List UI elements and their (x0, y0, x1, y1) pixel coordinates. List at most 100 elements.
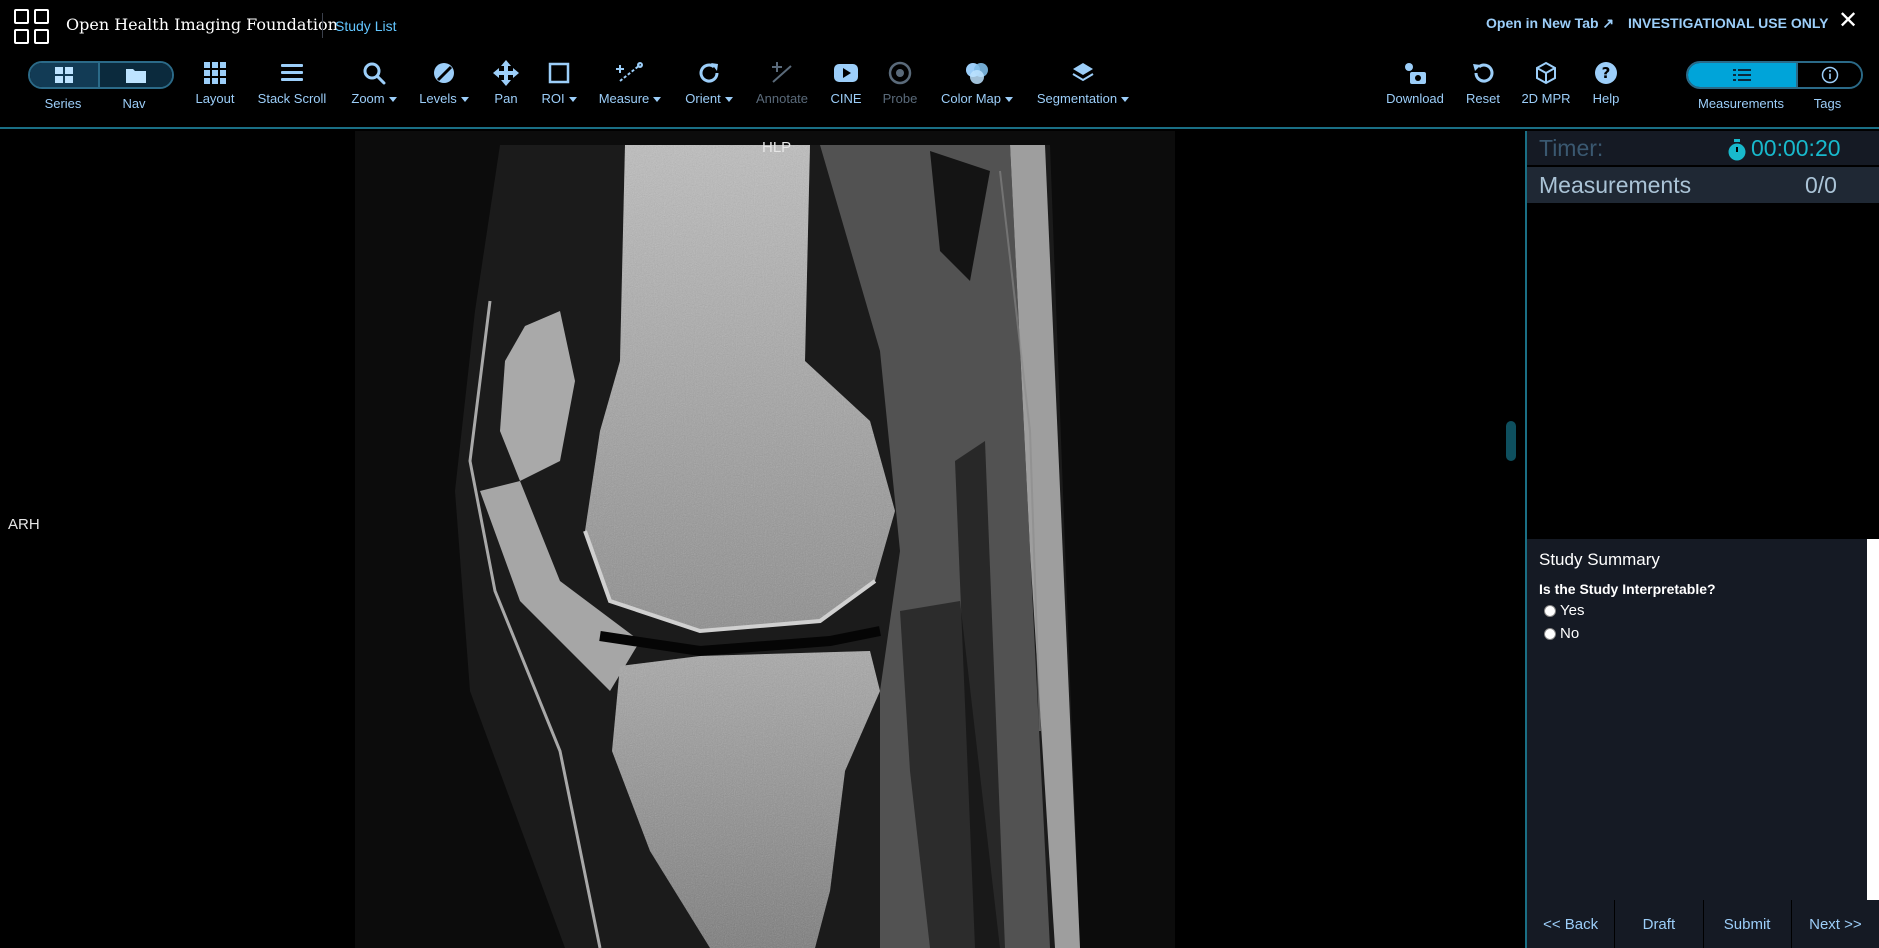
annotate-button[interactable]: Annotate (752, 58, 812, 106)
series-label: Series (44, 96, 82, 111)
orient-label: Orient (685, 91, 721, 106)
help-button[interactable]: ? Help (1586, 58, 1626, 106)
info-circle-icon (1821, 66, 1838, 84)
series-grid-icon (55, 67, 73, 83)
measurements-tab-button[interactable] (1688, 63, 1798, 87)
measure-button[interactable]: Measure (596, 58, 664, 106)
color-map-label: Color Map (941, 91, 1001, 106)
draft-button[interactable]: Draft (1615, 900, 1704, 948)
chevron-down-icon (568, 97, 577, 103)
option-no[interactable]: No (1544, 625, 1579, 642)
nav-toggle-button[interactable] (100, 63, 172, 87)
next-button[interactable]: Next >> (1792, 900, 1879, 948)
probe-button[interactable]: Probe (880, 58, 920, 106)
annotate-label: Annotate (755, 91, 809, 106)
chevron-down-icon (1004, 97, 1013, 103)
cube-icon (1536, 61, 1556, 85)
list-icon (1733, 69, 1751, 81)
measure-label: Measure (598, 91, 650, 106)
youtube-play-icon (834, 64, 858, 82)
download-camera-icon (1405, 63, 1426, 84)
segmentation-label: Segmentation (1036, 91, 1118, 106)
dot-circle-icon (888, 61, 912, 85)
option-yes-label: Yes (1560, 602, 1585, 619)
study-summary-section: Study Summary Is the Study Interpretable… (1527, 539, 1867, 900)
knee-mri-image (355, 131, 1175, 948)
question-circle-icon: ? (1595, 62, 1617, 84)
orientation-marker-left: ARH (8, 516, 40, 533)
layout-button[interactable]: Layout (193, 58, 237, 106)
orientation-marker-top: HLP (762, 139, 792, 156)
roi-label: ROI (541, 91, 565, 106)
download-label: Download (1386, 91, 1444, 106)
study-summary-title: Study Summary (1539, 550, 1660, 569)
pan-button[interactable]: Pan (488, 58, 524, 106)
reset-label: Reset (1466, 91, 1500, 106)
download-button[interactable]: Download (1383, 58, 1447, 106)
measurements-count: 0/0 (1805, 172, 1837, 198)
timer-value: 00:00:20 (1751, 135, 1841, 161)
toolbar: Series Nav Layout Stack Scroll Zoom Leve… (0, 50, 1879, 129)
svg-text:?: ? (1602, 64, 1611, 82)
ruler-icon (616, 62, 643, 82)
stack-scroll-button[interactable]: Stack Scroll (256, 58, 328, 106)
measurements-label: Measurements (1539, 172, 1692, 198)
probe-label: Probe (882, 91, 918, 106)
chevron-down-icon (460, 97, 469, 103)
open-new-tab-link[interactable]: Open in New Tab ↗ (1486, 15, 1614, 32)
timer-row: Timer: 00:00:20 (1527, 131, 1879, 165)
annotate-arrow-icon (772, 62, 792, 83)
study-list-link[interactable]: Study List (335, 18, 396, 34)
measurements-header[interactable]: Measurements 0/0 (1527, 167, 1879, 203)
chevron-down-icon (388, 97, 397, 103)
header-divider (322, 13, 323, 38)
radio-no[interactable] (1544, 627, 1556, 640)
option-yes[interactable]: Yes (1544, 602, 1584, 619)
summary-scrollbar[interactable] (1867, 539, 1879, 900)
series-nav-toggle (28, 61, 174, 89)
stack-scrollbar[interactable] (1506, 421, 1516, 461)
stopwatch-icon (1728, 139, 1746, 161)
reset-button[interactable]: Reset (1463, 58, 1503, 106)
undo-icon (1473, 63, 1494, 83)
nav-label: Nav (122, 96, 146, 111)
segmentation-button[interactable]: Segmentation (1033, 58, 1133, 106)
chevron-down-icon (1121, 97, 1130, 103)
ohif-logo-icon[interactable] (14, 9, 50, 45)
submit-button[interactable]: Submit (1704, 900, 1792, 948)
cine-label: CINE (830, 91, 862, 106)
stack-scroll-label: Stack Scroll (257, 91, 327, 106)
panel-toggle (1686, 61, 1863, 89)
chevron-down-icon (724, 97, 733, 103)
cine-button[interactable]: CINE (826, 58, 866, 106)
orient-button[interactable]: Orient (682, 58, 736, 106)
move-arrows-icon (493, 60, 519, 86)
back-button[interactable]: << Back (1527, 900, 1616, 948)
radio-yes[interactable] (1544, 604, 1556, 617)
color-map-button[interactable]: Color Map (937, 58, 1017, 106)
levels-button[interactable]: Levels (416, 58, 472, 106)
chevron-down-icon (653, 97, 662, 103)
levels-label: Levels (419, 91, 457, 106)
image-viewport[interactable]: HLP ARH (0, 131, 1525, 948)
palette-icon (966, 63, 988, 84)
bars-icon (281, 64, 303, 81)
brand-title[interactable]: Open Health Imaging Foundation (66, 15, 338, 34)
investigational-use-label: INVESTIGATIONAL USE ONLY (1628, 15, 1829, 31)
roi-button[interactable]: ROI (540, 58, 578, 106)
navigation-bar: << Back Draft Submit Next >> (1527, 900, 1879, 948)
folder-icon (126, 69, 146, 83)
help-label: Help (1592, 91, 1620, 106)
mpr-button[interactable]: 2D MPR (1518, 58, 1574, 106)
pan-label: Pan (494, 91, 518, 106)
tags-tab-label: Tags (1813, 96, 1842, 111)
interpretable-question: Is the Study Interpretable? (1539, 581, 1716, 597)
rotate-icon (699, 63, 719, 83)
layers-icon (1072, 63, 1094, 82)
mpr-label: 2D MPR (1521, 91, 1571, 106)
zoom-button[interactable]: Zoom (347, 58, 401, 106)
series-toggle-button[interactable] (30, 63, 100, 87)
contrast-icon (434, 63, 454, 83)
close-icon[interactable]: ✕ (1838, 9, 1858, 33)
tags-tab-button[interactable] (1798, 63, 1861, 87)
